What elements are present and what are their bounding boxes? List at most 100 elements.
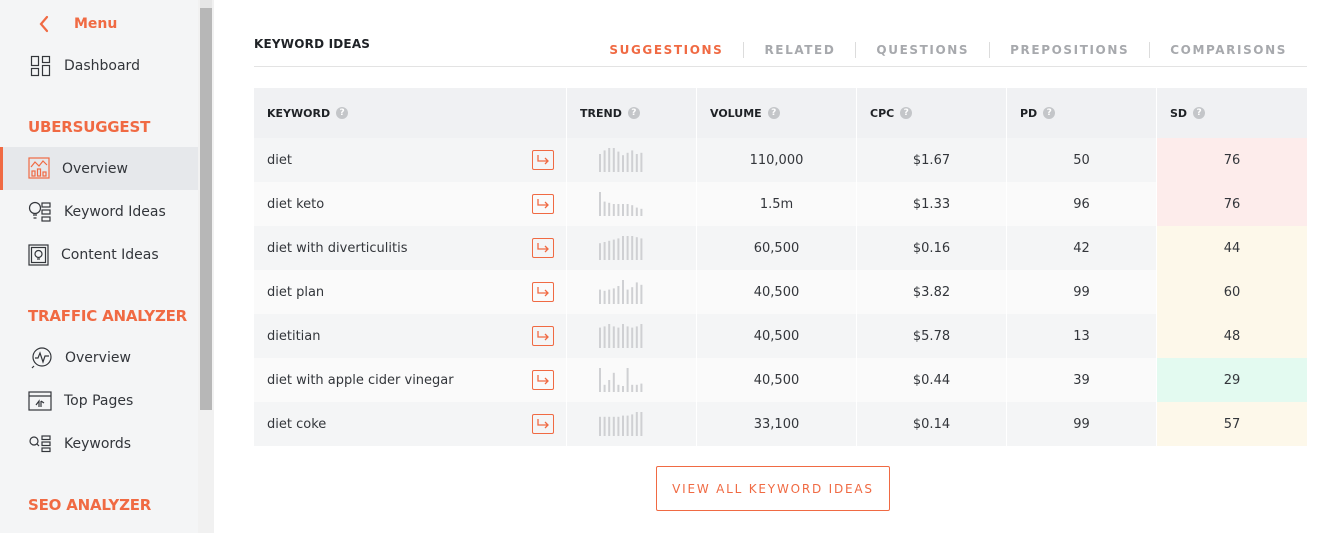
pd-cell: 42 [1007,226,1157,270]
menu-label[interactable]: Menu [74,16,117,32]
column-header-cpc[interactable]: CPC? [857,88,1007,138]
open-keyword-arrow-icon[interactable] [532,150,554,170]
trend-sparkline [599,280,643,304]
sidebar-item-ubersuggest-overview[interactable]: Overview [0,147,198,190]
trend-bar [635,237,638,260]
trend-bar [622,280,624,304]
pd-cell: 99 [1007,402,1157,446]
trend-bar [617,416,620,436]
view-all-keyword-ideas-button[interactable]: VIEW ALL KEYWORD IDEAS [656,466,890,511]
volume-cell: 33,100 [697,402,857,446]
trend-bar [603,242,606,260]
keyword-text[interactable]: diet coke [267,417,326,432]
cpc-cell: $1.33 [857,182,1007,226]
trend-bar [599,289,601,304]
open-keyword-arrow-icon[interactable] [532,414,554,434]
trend-bar [608,416,611,436]
sidebar-item-keywords[interactable]: Keywords [0,424,198,464]
keyword-text[interactable]: diet [267,153,292,168]
keyword-cell: diet coke [254,402,567,446]
column-header-trend[interactable]: TREND? [567,88,697,138]
trend-bar [626,236,629,260]
sidebar-item-keyword-ideas[interactable]: Keyword Ideas [0,192,198,232]
column-header-sd[interactable]: SD? [1157,88,1307,138]
back-chevron-icon[interactable] [38,14,50,34]
volume-cell: 60,500 [697,226,857,270]
trend-bar [635,154,638,172]
help-icon[interactable]: ? [767,107,780,119]
help-icon[interactable]: ? [1043,107,1056,119]
keyword-cell: diet plan [254,270,567,314]
sidebar-item-label: Overview [65,350,131,366]
table-row: diet plan 40,500 $3.82 99 60 [254,270,1307,314]
trend-bar [622,415,624,436]
help-icon[interactable]: ? [900,107,913,119]
trend-bar [617,151,620,172]
table-body: diet 110,000 $1.67 50 76 diet keto 1.5m … [254,138,1307,446]
keyword-text[interactable]: dietitian [267,329,321,344]
sidebar-item-label: Dashboard [64,58,140,74]
trend-bar [599,327,601,348]
pd-cell: 99 [1007,270,1157,314]
help-icon[interactable]: ? [336,107,349,119]
content-ideas-icon [28,244,50,266]
main-content: KEYWORD IDEAS SUGGESTIONS RELATED QUESTI… [214,0,1329,533]
sidebar-item-top-pages[interactable]: Top Pages [0,381,198,421]
trend-bar [631,327,634,348]
tab-suggestions[interactable]: SUGGESTIONS [589,42,743,58]
keyword-cell: dietitian [254,314,567,358]
tab-questions[interactable]: QUESTIONS [855,42,989,58]
trend-cell [567,314,697,358]
open-keyword-arrow-icon[interactable] [532,326,554,346]
keyword-text[interactable]: diet with diverticulitis [267,241,408,256]
trend-bar [608,324,611,348]
column-header-pd[interactable]: PD? [1007,88,1157,138]
keyword-text[interactable]: diet with apple cider vinegar [267,373,454,388]
trend-cell [567,182,697,226]
cpc-cell: $3.82 [857,270,1007,314]
open-keyword-arrow-icon[interactable] [532,282,554,302]
column-header-keyword[interactable]: KEYWORD? [254,88,567,138]
open-keyword-arrow-icon[interactable] [532,238,554,258]
column-header-volume[interactable]: VOLUME? [697,88,857,138]
trend-bar [603,384,606,392]
open-keyword-arrow-icon[interactable] [532,370,554,390]
trend-bar [640,383,643,392]
table-header: KEYWORD? TREND? VOLUME? CPC? PD? SD? [254,88,1307,138]
app-window: Menu Dashboard UBERSUGGEST Overview Keyw… [0,0,1329,533]
tab-comparisons[interactable]: COMPARISONS [1149,42,1307,58]
keyword-text[interactable]: diet plan [267,285,324,300]
trend-bar [612,204,615,216]
trend-bar [608,148,611,172]
trend-bar [599,243,601,260]
table-row: dietitian 40,500 $5.78 13 48 [254,314,1307,358]
sidebar-scrollbar-thumb[interactable] [200,8,212,410]
sidebar-item-label: Top Pages [64,393,134,409]
keyword-text[interactable]: diet keto [267,197,324,212]
trend-bar [608,202,611,216]
help-icon[interactable]: ? [1193,107,1206,119]
trend-bar [622,236,624,260]
sd-cell: 60 [1157,270,1307,314]
trend-bar [626,152,629,172]
scroll-up-arrow[interactable] [200,0,212,8]
trend-bar [603,201,606,216]
trend-bar [631,287,634,304]
tab-related[interactable]: RELATED [743,42,855,58]
tab-bar: SUGGESTIONS RELATED QUESTIONS PREPOSITIO… [589,42,1307,58]
trend-bar [612,288,615,304]
cpc-cell: $5.78 [857,314,1007,358]
sidebar-item-content-ideas[interactable]: Content Ideas [0,235,198,275]
sd-cell: 76 [1157,182,1307,226]
trend-sparkline [599,368,643,392]
help-icon[interactable]: ? [627,107,640,119]
open-keyword-arrow-icon[interactable] [532,194,554,214]
table-row: diet 110,000 $1.67 50 76 [254,138,1307,182]
trend-bar [626,368,629,392]
sidebar-item-dashboard[interactable]: Dashboard [0,46,198,86]
pd-cell: 13 [1007,314,1157,358]
sidebar-item-traffic-overview[interactable]: Overview [0,338,198,378]
pd-cell: 50 [1007,138,1157,182]
tab-prepositions[interactable]: PREPOSITIONS [989,42,1149,58]
trend-bar [635,384,638,392]
